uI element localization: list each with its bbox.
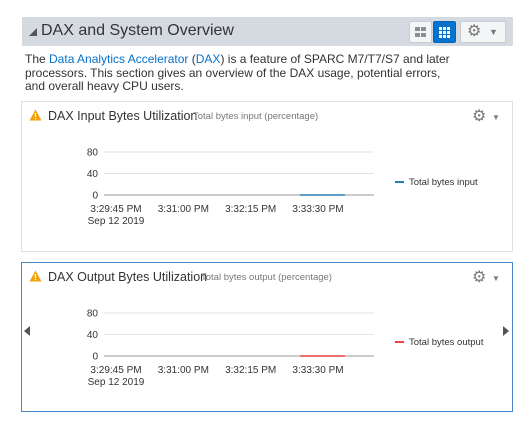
y-tick-label: 80 xyxy=(87,309,99,320)
dax-short-link[interactable]: DAX xyxy=(196,52,221,66)
y-tick-label: 0 xyxy=(92,352,98,363)
chevron-down-icon: ▼ xyxy=(489,27,498,37)
y-tick-label: 0 xyxy=(92,191,98,202)
legend-label: Total bytes input xyxy=(409,177,478,188)
x-date-label: Sep 12 2019 xyxy=(88,377,145,388)
next-arrow-icon[interactable] xyxy=(503,326,509,336)
y-tick-label: 40 xyxy=(87,169,99,180)
legend-swatch xyxy=(395,181,404,184)
x-date-label: Sep 12 2019 xyxy=(88,216,145,227)
legend-swatch xyxy=(395,341,404,344)
chart-legend: Total bytes output xyxy=(395,337,483,348)
dax-input-panel: DAX Input Bytes Utilization Total bytes … xyxy=(21,101,513,252)
desc-text-mid: ( xyxy=(188,52,196,66)
collapse-triangle-icon[interactable] xyxy=(29,28,37,36)
grid-view-icon xyxy=(415,27,426,37)
grid-view-button[interactable] xyxy=(409,21,432,43)
desc-text-prefix: The xyxy=(25,52,50,66)
x-tick-label: 3:31:00 PM xyxy=(158,365,209,376)
x-tick-label: 3:32:15 PM xyxy=(225,365,276,376)
dax-output-panel: DAX Output Bytes Utilization Total bytes… xyxy=(21,262,513,412)
x-tick-label: 3:33:30 PM xyxy=(292,204,343,215)
x-tick-label: 3:31:00 PM xyxy=(158,204,209,215)
section-title: DAX and System Overview xyxy=(41,22,234,39)
dax-full-link[interactable]: Data Analytics Accelerator xyxy=(49,52,188,66)
y-tick-label: 40 xyxy=(87,330,99,341)
tiles-view-icon xyxy=(439,27,450,38)
gear-icon: ⚙ xyxy=(467,23,482,40)
legend-label: Total bytes output xyxy=(409,337,484,348)
previous-arrow-icon[interactable] xyxy=(24,326,30,336)
x-tick-label: 3:29:45 PM xyxy=(90,365,141,376)
section-header: DAX and System Overview ⚙ ▼ xyxy=(22,17,513,46)
section-description: The Data Analytics Accelerator (DAX) is … xyxy=(25,52,455,94)
settings-menu-button[interactable]: ⚙ ▼ xyxy=(460,21,506,43)
y-tick-label: 80 xyxy=(87,148,99,159)
x-tick-label: 3:32:15 PM xyxy=(225,204,276,215)
chart-legend: Total bytes input xyxy=(395,177,478,188)
tiles-view-button[interactable] xyxy=(433,21,456,43)
x-tick-label: 3:29:45 PM xyxy=(90,204,141,215)
x-tick-label: 3:33:30 PM xyxy=(292,365,343,376)
